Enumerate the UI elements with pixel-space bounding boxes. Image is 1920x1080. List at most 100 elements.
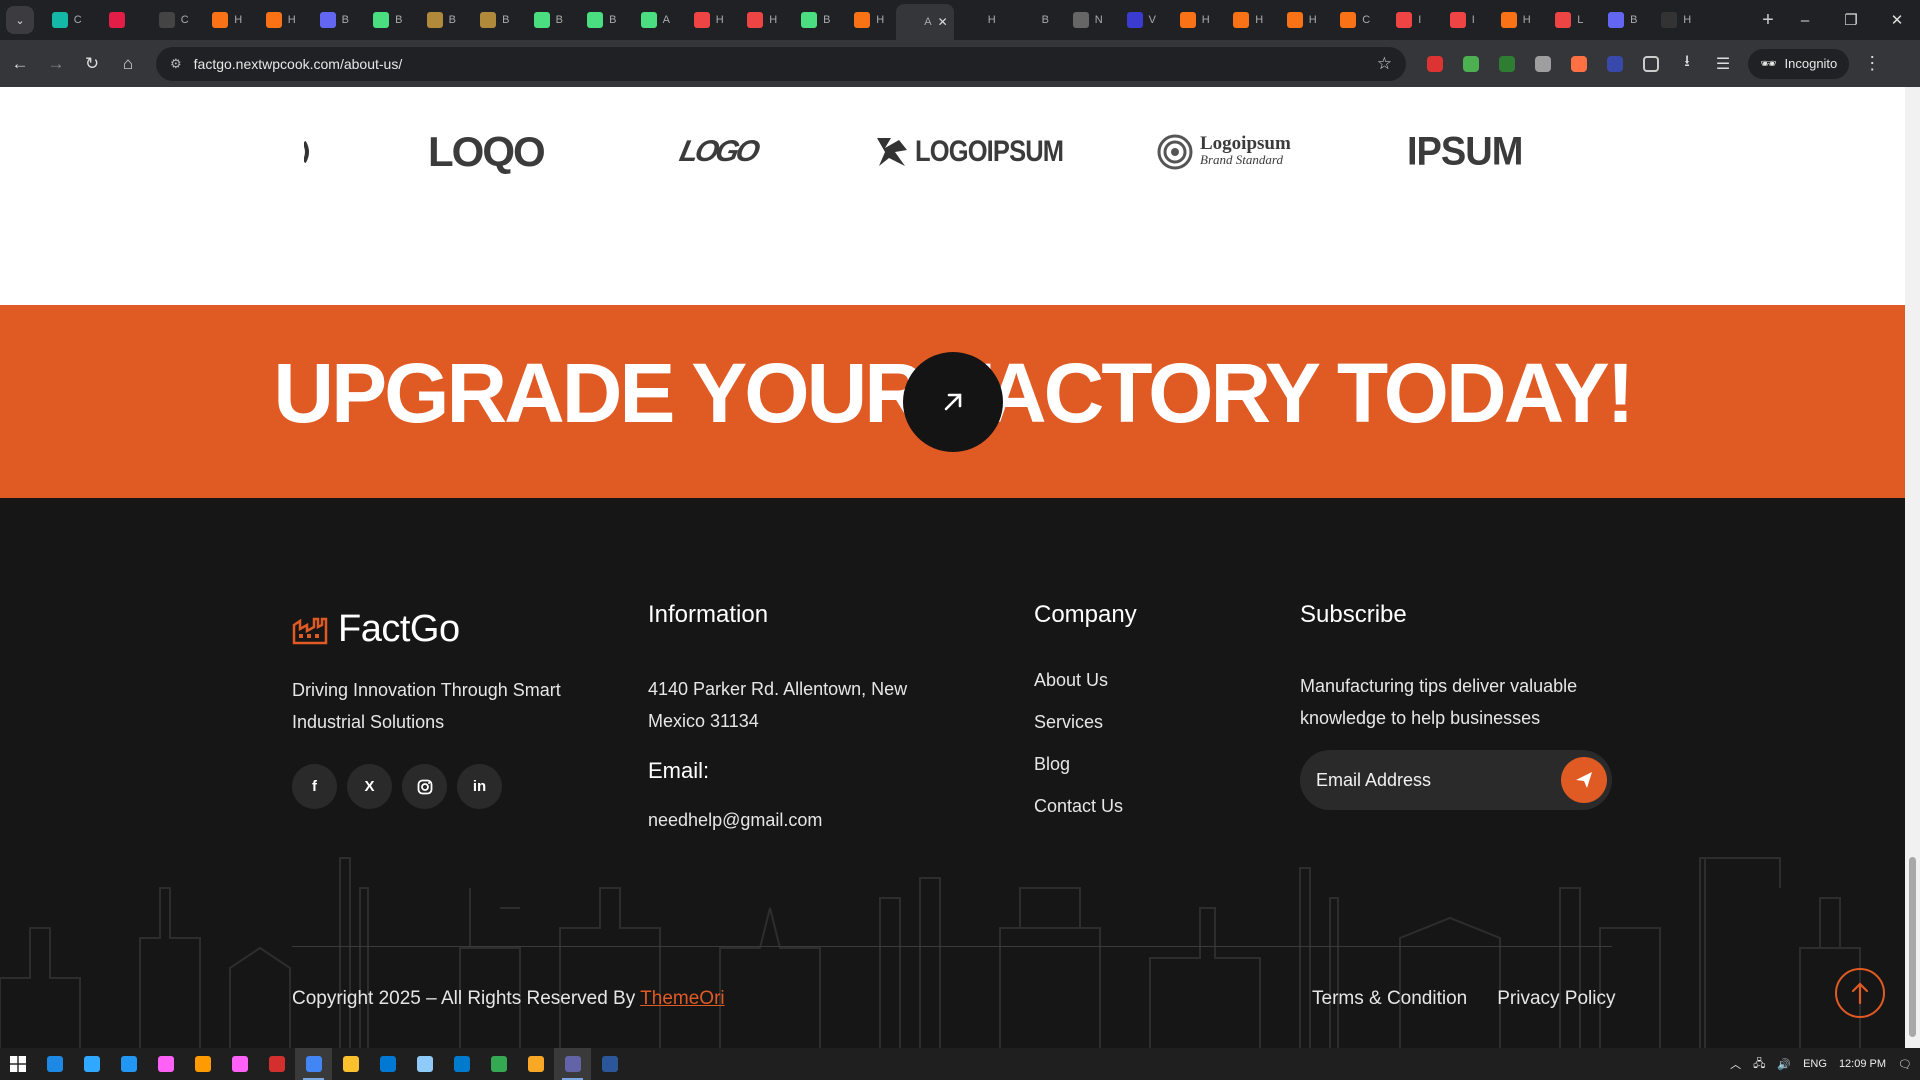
extension-icon[interactable] (1528, 49, 1558, 79)
tray-overflow-icon[interactable]: ︿ (1730, 1056, 1741, 1072)
minimize-button[interactable]: – (1782, 12, 1828, 29)
browser-tab[interactable]: B (1008, 0, 1062, 40)
privacy-link[interactable]: Privacy Policy (1497, 988, 1615, 1010)
scroll-to-top-button[interactable] (1835, 968, 1885, 1018)
tab-close-icon[interactable]: ✕ (938, 15, 948, 29)
footer-link-contact-us[interactable]: Contact Us (1034, 796, 1123, 822)
extensions-puzzle-icon[interactable] (1636, 49, 1666, 79)
browser-tab[interactable]: H (843, 0, 897, 40)
browser-tab[interactable]: A ✕ (896, 4, 954, 40)
taskbar-app-dreamweaver[interactable] (147, 1048, 184, 1080)
extension-icon[interactable] (1600, 49, 1630, 79)
browser-tab[interactable]: C (1329, 0, 1383, 40)
browser-tab[interactable]: B (308, 0, 362, 40)
clock[interactable]: 12:09 PM (1839, 1058, 1886, 1070)
browser-tab[interactable]: I (1436, 0, 1490, 40)
close-window-button[interactable]: ✕ (1874, 11, 1920, 29)
browser-tab[interactable]: H (1275, 0, 1329, 40)
browser-tab[interactable]: I (1382, 0, 1436, 40)
address-bar[interactable]: ⚙ factgo.nextwpcook.com/about-us/ ☆ (156, 46, 1406, 81)
taskbar-app-chrome[interactable] (295, 1048, 332, 1080)
browser-tab[interactable]: H (201, 0, 255, 40)
linkedin-button[interactable]: in (457, 764, 502, 809)
network-icon[interactable]: 🖧 (1753, 1055, 1765, 1074)
downloads-icon[interactable]: ⭳ (1672, 49, 1702, 79)
footer-link-about-us[interactable]: About Us (1034, 670, 1123, 696)
footer-link-services[interactable]: Services (1034, 712, 1123, 738)
reading-list-icon[interactable]: ☰ (1708, 49, 1738, 79)
taskbar-app-teams[interactable] (554, 1048, 591, 1080)
browser-tab[interactable]: N (1061, 0, 1115, 40)
taskbar-app-sticky-notes[interactable] (332, 1048, 369, 1080)
home-button[interactable]: ⌂ (112, 48, 144, 80)
taskbar-app-word[interactable] (591, 1048, 628, 1080)
taskbar-app-file-explorer[interactable] (517, 1048, 554, 1080)
browser-tab[interactable]: L (1543, 0, 1597, 40)
site-info-icon[interactable]: ⚙ (170, 56, 182, 72)
terms-link[interactable]: Terms & Condition (1312, 988, 1467, 1010)
incognito-badge[interactable]: 🕶 Incognito (1748, 48, 1850, 79)
browser-tab[interactable]: C (40, 0, 94, 40)
language-indicator[interactable]: ENG (1803, 1058, 1827, 1070)
taskbar-app-filezilla[interactable] (258, 1048, 295, 1080)
taskbar-app-vscode[interactable] (443, 1048, 480, 1080)
extension-icon[interactable] (1420, 49, 1450, 79)
instagram-button[interactable] (402, 764, 447, 809)
reload-button[interactable]: ↻ (76, 48, 108, 80)
browser-tab[interactable]: B (415, 0, 469, 40)
taskbar-app-edge[interactable] (36, 1048, 73, 1080)
cta-arrow-button[interactable] (903, 352, 1003, 452)
taskbar-app-photoshop[interactable] (73, 1048, 110, 1080)
volume-icon[interactable]: 🔊 (1777, 1058, 1791, 1071)
browser-tab[interactable]: H (1489, 0, 1543, 40)
back-button[interactable]: ← (4, 48, 36, 80)
browser-tab[interactable] (94, 0, 148, 40)
browser-tab[interactable]: H (254, 0, 308, 40)
themeori-link[interactable]: ThemeOri (640, 988, 724, 1009)
page-scrollbar[interactable] (1905, 87, 1920, 1048)
taskbar-app-chrome-2[interactable] (480, 1048, 517, 1080)
email-link[interactable]: needhelp@gmail.com (648, 810, 822, 831)
extension-icon[interactable] (1564, 49, 1594, 79)
browser-tab[interactable]: A (629, 0, 683, 40)
browser-tab[interactable]: B (575, 0, 629, 40)
footer-link-blog[interactable]: Blog (1034, 754, 1123, 780)
facebook-button[interactable]: f (292, 764, 337, 809)
browser-tab[interactable]: H (682, 0, 736, 40)
taskbar-app-todo[interactable] (110, 1048, 147, 1080)
browser-tab[interactable]: H (736, 0, 790, 40)
browser-tab[interactable]: H (1650, 0, 1704, 40)
browser-tab[interactable]: B (789, 0, 843, 40)
new-tab-button[interactable]: + (1754, 9, 1782, 32)
taskbar-app-outlook[interactable] (369, 1048, 406, 1080)
x-twitter-button[interactable]: X (347, 764, 392, 809)
tab-title: I (1418, 14, 1422, 26)
notifications-icon[interactable]: 🗨 (1898, 1058, 1912, 1071)
footer-brand[interactable]: FactGo (292, 608, 460, 651)
factory-skyline-illustration (0, 857, 1861, 1048)
forward-button[interactable]: → (40, 48, 72, 80)
bookmark-star-icon[interactable]: ☆ (1377, 54, 1392, 74)
browser-tab[interactable]: V (1115, 0, 1169, 40)
browser-tab[interactable]: C (147, 0, 201, 40)
subscribe-send-button[interactable] (1561, 757, 1607, 803)
taskbar-app-illustrator[interactable] (184, 1048, 221, 1080)
taskbar-app-xd[interactable] (221, 1048, 258, 1080)
browser-tab[interactable]: B (468, 0, 522, 40)
browser-tab[interactable]: H (1222, 0, 1276, 40)
browser-tab[interactable]: B (1596, 0, 1650, 40)
taskbar-app-notepad[interactable] (406, 1048, 443, 1080)
browser-menu-icon[interactable]: ⋮ (1863, 53, 1881, 74)
browser-tab[interactable]: H (1168, 0, 1222, 40)
browser-tab[interactable]: B (361, 0, 415, 40)
browser-tab[interactable]: H (954, 0, 1008, 40)
email-address-input[interactable] (1316, 769, 1546, 791)
restore-button[interactable]: ❐ (1828, 11, 1874, 29)
scrollbar-thumb[interactable] (1909, 857, 1916, 1037)
email-heading: Email: (648, 758, 710, 783)
tab-search-button[interactable]: ⌄ (6, 6, 34, 34)
browser-tab[interactable]: B (522, 0, 576, 40)
extension-icon[interactable] (1492, 49, 1522, 79)
windows-start-button[interactable] (0, 1048, 36, 1080)
extension-icon[interactable] (1456, 49, 1486, 79)
